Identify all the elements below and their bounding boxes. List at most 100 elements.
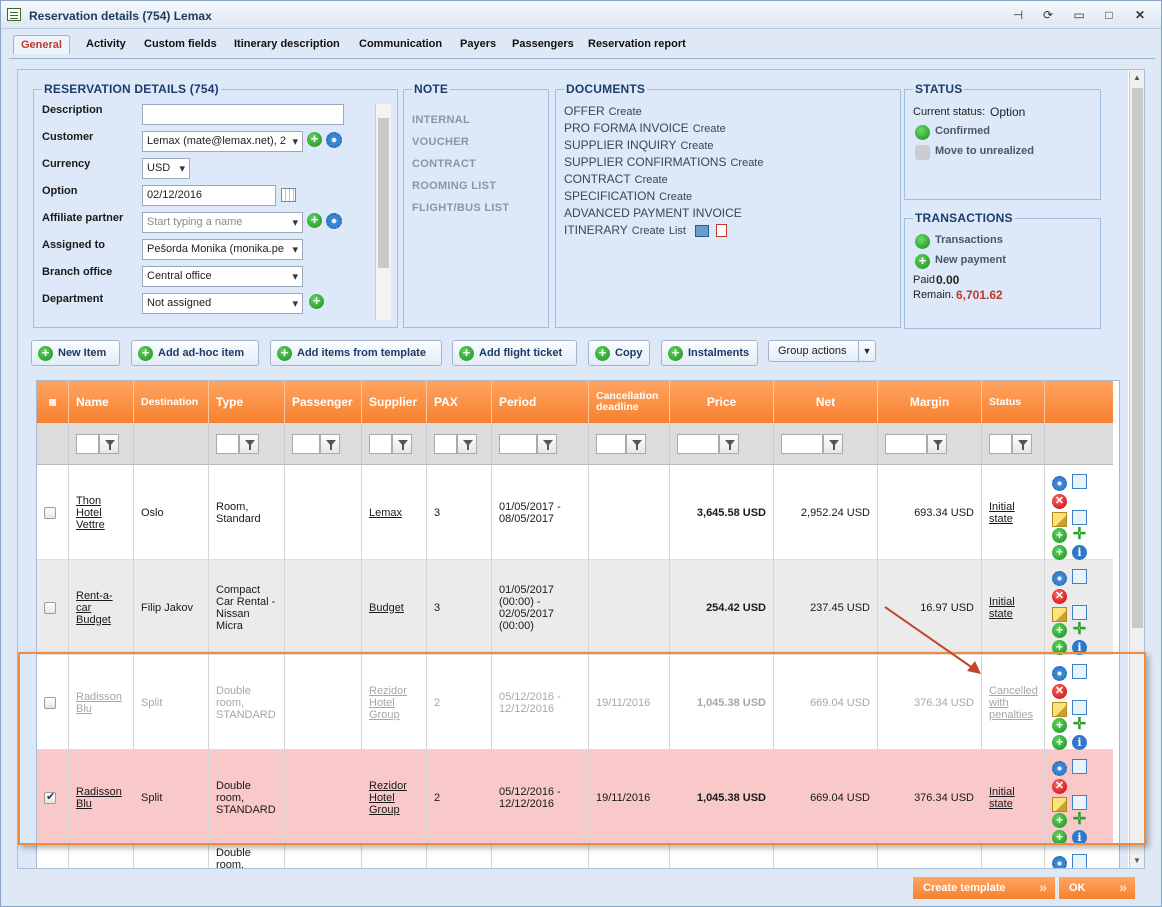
doc-supplier-confirmations-create[interactable]: Create bbox=[730, 157, 763, 169]
delete-icon[interactable]: ✕ bbox=[1052, 589, 1067, 604]
affiliate-settings-icon[interactable] bbox=[326, 213, 342, 229]
customer-select[interactable]: Lemax (mate@lemax.net), 2 bbox=[142, 131, 303, 152]
note-contract[interactable]: CONTRACT bbox=[412, 158, 476, 170]
tab-general[interactable]: General bbox=[13, 35, 70, 54]
doc-specification-create[interactable]: Create bbox=[659, 191, 692, 203]
add-items-template-button[interactable]: + Add items from template bbox=[270, 340, 442, 366]
delete-icon[interactable]: ✕ bbox=[1052, 494, 1067, 509]
move-unrealized-link[interactable]: Move to unrealized bbox=[935, 145, 1034, 157]
col-destination[interactable]: Destination bbox=[134, 381, 209, 423]
filter-icon[interactable] bbox=[457, 434, 477, 454]
row-select-checkbox[interactable] bbox=[44, 506, 56, 519]
description-input[interactable] bbox=[142, 104, 344, 125]
edit-icon[interactable] bbox=[1052, 512, 1067, 527]
tab-communication[interactable]: Communication bbox=[359, 38, 442, 50]
col-name[interactable]: Name bbox=[69, 381, 134, 423]
option-date-input[interactable]: 02/12/2016 bbox=[142, 185, 276, 206]
filter-margin-input[interactable] bbox=[885, 434, 927, 454]
status-cell[interactable] bbox=[982, 845, 1045, 868]
status-cell[interactable]: Initial state bbox=[982, 560, 1045, 655]
tab-payers[interactable]: Payers bbox=[460, 38, 496, 50]
pin-icon[interactable]: ⊣ bbox=[1010, 7, 1026, 23]
calendar-icon[interactable] bbox=[281, 188, 296, 202]
settings-icon[interactable] bbox=[1052, 571, 1067, 586]
row-checkbox[interactable] bbox=[37, 465, 69, 560]
row-checkbox[interactable] bbox=[37, 560, 69, 655]
filter-icon[interactable] bbox=[239, 434, 259, 454]
col-margin[interactable]: Margin bbox=[878, 381, 982, 423]
note-flight-bus-list[interactable]: FLIGHT/BUS LIST bbox=[412, 202, 509, 214]
filter-period-input[interactable] bbox=[499, 434, 537, 454]
add-customer-icon[interactable]: + bbox=[307, 132, 322, 147]
doc-itinerary-list[interactable]: List bbox=[669, 225, 686, 237]
transactions-icon[interactable] bbox=[915, 234, 930, 249]
customer-settings-icon[interactable] bbox=[326, 132, 342, 148]
filter-passenger-input[interactable] bbox=[292, 434, 320, 454]
settings-icon[interactable] bbox=[1052, 856, 1067, 868]
scroll-down-icon[interactable]: ▼ bbox=[1133, 856, 1141, 865]
filter-type-input[interactable] bbox=[216, 434, 239, 454]
add-affiliate-icon[interactable]: + bbox=[307, 213, 322, 228]
row-checkbox[interactable] bbox=[37, 845, 69, 868]
chevron-down-icon[interactable]: ▼ bbox=[858, 341, 875, 361]
copy-button[interactable]: + Copy bbox=[588, 340, 650, 366]
send-mail-icon[interactable] bbox=[695, 224, 710, 237]
col-cancellation[interactable]: Cancellation deadline bbox=[589, 381, 670, 423]
name-cell[interactable]: Thon Hotel Vettre bbox=[69, 465, 134, 560]
confirmed-icon[interactable] bbox=[915, 125, 930, 140]
tab-activity[interactable]: Activity bbox=[86, 38, 126, 50]
status-cell[interactable]: Initial state bbox=[982, 465, 1045, 560]
tab-passengers[interactable]: Passengers bbox=[512, 38, 574, 50]
tab-reservation-report[interactable]: Reservation report bbox=[588, 38, 686, 50]
name-cell[interactable]: Rent-a-car Budget bbox=[69, 560, 134, 655]
note-rooming-list[interactable]: ROOMING LIST bbox=[412, 180, 496, 192]
filter-icon[interactable] bbox=[719, 434, 739, 454]
col-passenger[interactable]: Passenger bbox=[285, 381, 362, 423]
transactions-link[interactable]: Transactions bbox=[935, 234, 1003, 246]
select-all-checkbox[interactable] bbox=[37, 381, 69, 423]
filter-icon[interactable] bbox=[626, 434, 646, 454]
col-type[interactable]: Type bbox=[209, 381, 285, 423]
filter-icon[interactable] bbox=[392, 434, 412, 454]
filter-net-input[interactable] bbox=[781, 434, 823, 454]
details-scroll-thumb[interactable] bbox=[378, 118, 389, 268]
col-status[interactable]: Status bbox=[982, 381, 1045, 423]
doc-itinerary-create[interactable]: Create bbox=[632, 225, 665, 237]
tab-custom-fields[interactable]: Custom fields bbox=[144, 38, 217, 50]
restore-icon[interactable]: ▭ bbox=[1071, 7, 1087, 23]
assigned-select[interactable]: Pešorda Monika (monika.pe bbox=[142, 239, 303, 260]
doc-supplier-inquiry-create[interactable]: Create bbox=[680, 140, 713, 152]
add-flight-ticket-button[interactable]: + Add flight ticket bbox=[452, 340, 577, 366]
doc-advanced-payment[interactable]: ADVANCED PAYMENT INVOICE bbox=[564, 206, 742, 220]
supplier-cell[interactable]: Budget bbox=[362, 560, 427, 655]
supplier-cell[interactable] bbox=[362, 845, 427, 868]
filter-icon[interactable] bbox=[99, 434, 119, 454]
add-adhoc-button[interactable]: + Add ad-hoc item bbox=[131, 340, 259, 366]
new-payment-link[interactable]: New payment bbox=[935, 254, 1006, 266]
col-net[interactable]: Net bbox=[774, 381, 878, 423]
col-price[interactable]: Price bbox=[670, 381, 774, 423]
filter-icon[interactable] bbox=[1012, 434, 1032, 454]
filter-pax-input[interactable] bbox=[434, 434, 457, 454]
settings-icon[interactable] bbox=[1052, 476, 1067, 491]
filter-icon[interactable] bbox=[320, 434, 340, 454]
new-item-button[interactable]: + New Item bbox=[31, 340, 120, 366]
table-row[interactable]: Double room, bbox=[37, 845, 1113, 868]
document-icon[interactable] bbox=[1072, 854, 1087, 868]
edit-icon[interactable] bbox=[1052, 607, 1067, 622]
col-period[interactable]: Period bbox=[492, 381, 589, 423]
note-icon[interactable] bbox=[1072, 510, 1087, 525]
filter-supplier-input[interactable] bbox=[369, 434, 392, 454]
supplier-cell[interactable]: Lemax bbox=[362, 465, 427, 560]
document-icon[interactable] bbox=[1072, 474, 1087, 489]
move-icon[interactable]: ✛ bbox=[1072, 527, 1087, 543]
maximize-icon[interactable]: □ bbox=[1101, 7, 1117, 23]
filter-price-input[interactable] bbox=[677, 434, 719, 454]
note-internal[interactable]: INTERNAL bbox=[412, 114, 470, 126]
pdf-icon[interactable] bbox=[715, 224, 727, 238]
instalments-button[interactable]: + Instalments bbox=[661, 340, 758, 366]
filter-icon[interactable] bbox=[927, 434, 947, 454]
col-supplier[interactable]: Supplier bbox=[362, 381, 427, 423]
branch-select[interactable]: Central office bbox=[142, 266, 303, 287]
scroll-up-icon[interactable]: ▲ bbox=[1133, 73, 1141, 82]
